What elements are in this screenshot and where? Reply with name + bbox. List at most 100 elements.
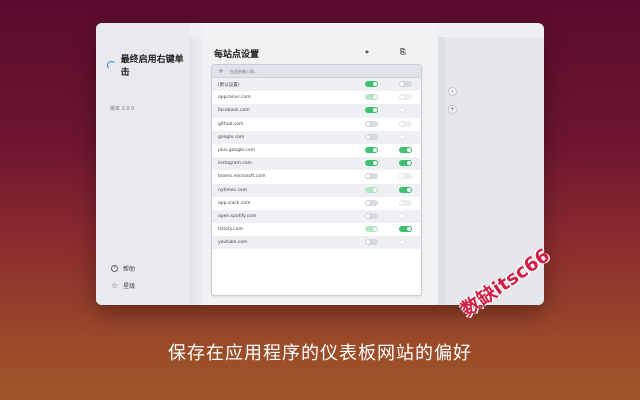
panel-divider	[438, 37, 446, 305]
right-click-toggle[interactable]	[365, 81, 378, 87]
toggle-knob	[373, 147, 377, 152]
site-row: tistory.com	[212, 223, 421, 236]
toggle-knob	[400, 240, 404, 245]
site-row: github.com	[212, 118, 421, 131]
sidebar: 最终启用右键单击 版本 2.0.0 ? 帮助 ☆ 星级	[96, 23, 189, 305]
site-row: (默认设置)	[212, 78, 421, 92]
app-window: 最终启用右键单击 版本 2.0.0 ? 帮助 ☆ 星级 每站点设置 ⌖ ⎘ + …	[96, 23, 544, 305]
plus-icon[interactable]: +	[218, 67, 224, 75]
site-row: appcanvs.com	[212, 91, 421, 104]
toggle-knob	[400, 134, 404, 139]
right-click-toggle[interactable]	[365, 107, 378, 114]
right-click-toggle[interactable]	[365, 186, 378, 193]
promo-caption: 保存在应用程序的仪表板网站的偏好	[168, 343, 472, 364]
toggle-knob	[400, 200, 404, 205]
site-name: instagram.com	[218, 161, 252, 167]
copy-toggle[interactable]	[399, 133, 412, 140]
right-click-toggle[interactable]	[365, 160, 378, 167]
toggle-knob	[400, 121, 404, 126]
copy-icon: ⎘	[400, 48, 406, 56]
toggle-knob	[366, 213, 370, 218]
toggle-knob	[407, 161, 411, 166]
toggle-knob	[400, 174, 404, 179]
click-icon: ⌖	[365, 48, 369, 56]
copy-toggle[interactable]	[399, 186, 412, 193]
toggle-knob	[373, 161, 377, 166]
star-icon: ☆	[111, 280, 119, 290]
copy-toggle[interactable]	[399, 94, 412, 101]
toggle-knob	[373, 95, 377, 100]
toggle-knob	[373, 187, 377, 192]
copy-toggle[interactable]	[399, 173, 412, 180]
right-click-toggle[interactable]	[365, 173, 378, 180]
site-row: app.slack.com	[212, 197, 421, 210]
site-name: teams.microsoft.com	[218, 174, 266, 180]
copy-toggle[interactable]	[399, 107, 412, 114]
site-list: (默认设置) appcanvs.com facebook.com github.com…	[212, 78, 421, 250]
site-name: appcanvs.com	[218, 95, 251, 101]
site-name: plus.google.com	[218, 148, 256, 154]
right-click-toggle[interactable]	[365, 239, 378, 246]
site-row: teams.microsoft.com	[212, 170, 421, 183]
right-click-toggle[interactable]	[365, 120, 378, 127]
site-name: tistory.com	[218, 227, 243, 233]
site-settings-table: + (默认设置) appcanvs.com facebook.com github.c…	[211, 64, 422, 296]
copy-toggle[interactable]	[399, 120, 412, 127]
sidebar-item-label: 星级	[123, 283, 136, 290]
toggle-knob	[400, 213, 404, 218]
site-name: open.spotify.com	[218, 213, 257, 219]
toggle-knob	[366, 134, 370, 139]
app-version: 版本 2.0.0	[110, 106, 135, 112]
add-button[interactable]: +	[448, 105, 457, 114]
sidebar-item-help[interactable]: ? 帮助	[111, 264, 135, 273]
toggle-knob	[366, 121, 370, 126]
add-site-row: +	[212, 65, 421, 78]
toggle-knob	[366, 200, 370, 205]
site-row: facebook.com	[212, 104, 421, 118]
page-title: 每站点设置	[214, 50, 260, 60]
copy-toggle[interactable]	[399, 199, 412, 206]
copy-toggle[interactable]	[399, 81, 412, 87]
app-header: 最终启用右键单击	[107, 52, 189, 78]
site-name: facebook.com	[218, 108, 250, 114]
right-click-toggle[interactable]	[365, 226, 378, 233]
toggle-knob	[373, 82, 377, 86]
copy-toggle[interactable]	[399, 160, 412, 167]
copy-toggle[interactable]	[399, 226, 412, 233]
toggle-knob	[407, 187, 411, 192]
right-click-toggle[interactable]	[365, 146, 378, 153]
site-name: youtube.com	[218, 240, 248, 246]
site-row: youtube.com	[212, 236, 421, 250]
sidebar-divider	[189, 37, 203, 305]
toggle-knob	[373, 227, 377, 232]
add-site-input[interactable]	[229, 68, 380, 74]
copy-toggle[interactable]	[399, 239, 412, 246]
toggle-knob	[366, 240, 370, 245]
site-name: (默认设置)	[218, 82, 240, 88]
help-icon: ?	[111, 265, 118, 272]
app-logo-icon	[107, 60, 116, 70]
app-title: 最终启用右键单击	[120, 55, 184, 78]
toggle-knob	[400, 108, 404, 113]
copy-toggle[interactable]	[399, 146, 412, 153]
site-row: open.spotify.com	[212, 209, 421, 224]
site-row: nytimes.com	[212, 183, 421, 197]
sidebar-item-rate[interactable]: ☆ 星级	[111, 281, 135, 290]
toggle-knob	[366, 174, 370, 179]
toggle-knob	[373, 108, 377, 113]
back-button[interactable]: ‹	[448, 87, 457, 96]
right-click-toggle[interactable]	[365, 94, 378, 101]
site-row: instagram.com	[212, 157, 421, 171]
sidebar-item-label: 帮助	[123, 266, 136, 273]
toggle-knob	[400, 95, 404, 100]
site-name: google.com	[218, 134, 245, 140]
right-click-toggle[interactable]	[365, 199, 378, 206]
right-click-toggle[interactable]	[365, 133, 378, 140]
toggle-knob	[407, 147, 411, 152]
site-name: github.com	[218, 121, 244, 127]
main-panel: 每站点设置 ⌖ ⎘ + (默认设置) appcanvs.com facebook.c…	[203, 23, 438, 305]
site-name: app.slack.com	[218, 200, 251, 206]
site-row: plus.google.com	[212, 144, 421, 157]
right-click-toggle[interactable]	[365, 212, 378, 219]
copy-toggle[interactable]	[399, 212, 412, 219]
